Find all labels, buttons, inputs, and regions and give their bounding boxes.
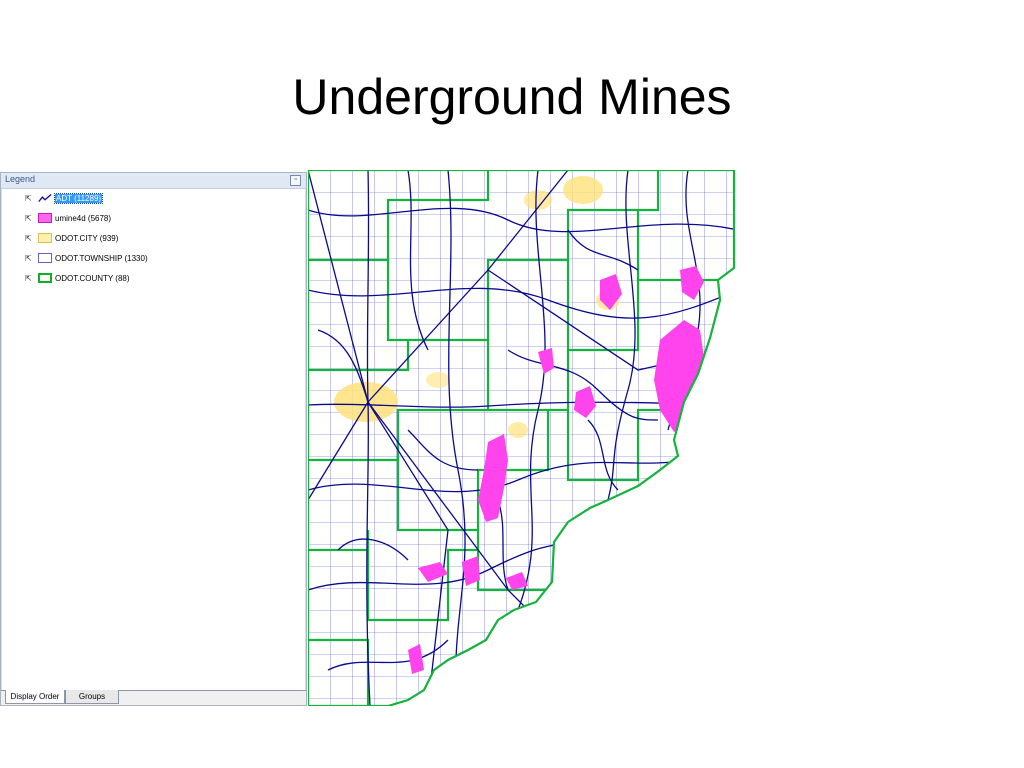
tab-groups[interactable]: Groups	[65, 690, 119, 704]
township-fill-swatch	[38, 253, 52, 263]
layer-label-city: ODOT.CITY (939)	[55, 233, 119, 243]
layer-label-township: ODOT.TOWNSHIP (1330)	[55, 253, 148, 263]
legend-title: Legend	[5, 174, 36, 184]
legend-panel: Legend ▫ ⇱ ADT (11289) ⇱ umine4d (5678) …	[0, 172, 307, 706]
line-symbol-icon	[38, 194, 52, 202]
slide-title: Underground Mines	[292, 69, 732, 125]
layer-row-adt[interactable]: ⇱ ADT (11289)	[25, 191, 104, 205]
layer-row-city[interactable]: ⇱ ODOT.CITY (939)	[25, 231, 118, 245]
city-area	[426, 372, 450, 388]
layer-label-umine4d: umine4d (5678)	[55, 213, 112, 223]
map-view[interactable]	[308, 170, 738, 706]
mine-fill-swatch	[38, 213, 52, 223]
layer-label-adt: ADT (11289)	[53, 192, 104, 204]
layer-row-umine4d[interactable]: ⇱ umine4d (5678)	[25, 211, 111, 225]
legend-header: Legend ▫	[1, 173, 306, 189]
layer-label-county: ODOT.COUNTY (88)	[55, 273, 130, 283]
city-area	[563, 176, 603, 204]
pointer-icon: ⇱	[25, 213, 32, 223]
layer-row-township[interactable]: ⇱ ODOT.TOWNSHIP (1330)	[25, 251, 148, 265]
city-area	[334, 382, 398, 422]
pointer-icon: ⇱	[25, 273, 32, 283]
layer-list: ⇱ ADT (11289) ⇱ umine4d (5678) ⇱ ODOT.CI…	[1, 189, 306, 691]
pointer-icon: ⇱	[25, 253, 32, 263]
city-fill-swatch	[38, 233, 52, 243]
pointer-icon: ⇱	[25, 193, 32, 203]
pointer-icon: ⇱	[25, 233, 32, 243]
tab-display-order[interactable]: Display Order	[5, 690, 65, 704]
county-fill-swatch	[38, 273, 52, 283]
pin-button[interactable]: ▫	[290, 175, 301, 186]
legend-tab-bar: Display Order Groups	[1, 690, 306, 705]
layer-row-county[interactable]: ⇱ ODOT.COUNTY (88)	[25, 271, 130, 285]
city-area	[508, 422, 528, 438]
